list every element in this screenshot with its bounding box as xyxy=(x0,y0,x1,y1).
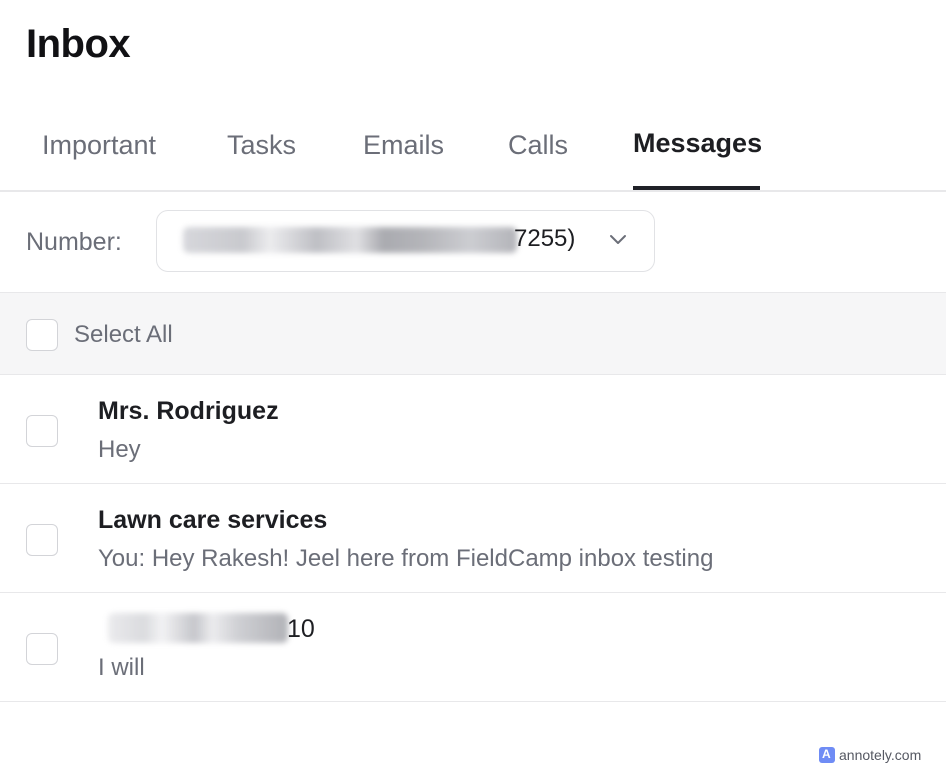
conversation-row[interactable]: Mrs. Rodriguez Hey xyxy=(0,375,946,484)
tab-bar: Important Tasks Emails Calls Messages xyxy=(0,100,946,192)
select-all-checkbox[interactable] xyxy=(26,319,58,351)
blurred-contact-name xyxy=(108,613,288,643)
tab-emails[interactable]: Emails xyxy=(363,130,444,161)
conversation-checkbox[interactable] xyxy=(26,633,58,665)
select-all-label: Select All xyxy=(74,321,173,348)
conversation-row[interactable]: 10 I will xyxy=(0,593,946,702)
conversation-preview: Hey xyxy=(98,436,141,463)
conversation-name-suffix: 10 xyxy=(287,615,315,643)
number-label: Number: xyxy=(26,228,122,256)
tab-messages[interactable]: Messages xyxy=(633,128,762,159)
chevron-down-icon xyxy=(610,235,626,244)
select-all-bar: Select All xyxy=(0,292,946,375)
tab-important[interactable]: Important xyxy=(42,130,156,161)
annotely-logo-icon xyxy=(819,747,835,763)
number-value-suffix: 7255) xyxy=(514,225,576,252)
conversation-row[interactable]: Lawn care services You: Hey Rakesh! Jeel… xyxy=(0,484,946,593)
blurred-number xyxy=(183,227,517,253)
annotely-watermark: annotely.com xyxy=(819,747,921,763)
tab-calls[interactable]: Calls xyxy=(508,130,568,161)
page-title: Inbox xyxy=(26,22,131,66)
conversation-preview: You: Hey Rakesh! Jeel here from FieldCam… xyxy=(98,545,714,572)
active-tab-indicator xyxy=(633,186,760,190)
number-select[interactable]: 7255) xyxy=(156,210,655,272)
conversation-checkbox[interactable] xyxy=(26,524,58,556)
conversation-checkbox[interactable] xyxy=(26,415,58,447)
tab-tasks[interactable]: Tasks xyxy=(227,130,296,161)
number-filter-row: Number: 7255) xyxy=(0,192,946,292)
conversation-name: Lawn care services xyxy=(98,506,328,534)
conversation-preview: I will xyxy=(98,654,145,681)
conversation-name: Mrs. Rodriguez xyxy=(98,397,279,425)
watermark-text: annotely.com xyxy=(839,747,922,763)
